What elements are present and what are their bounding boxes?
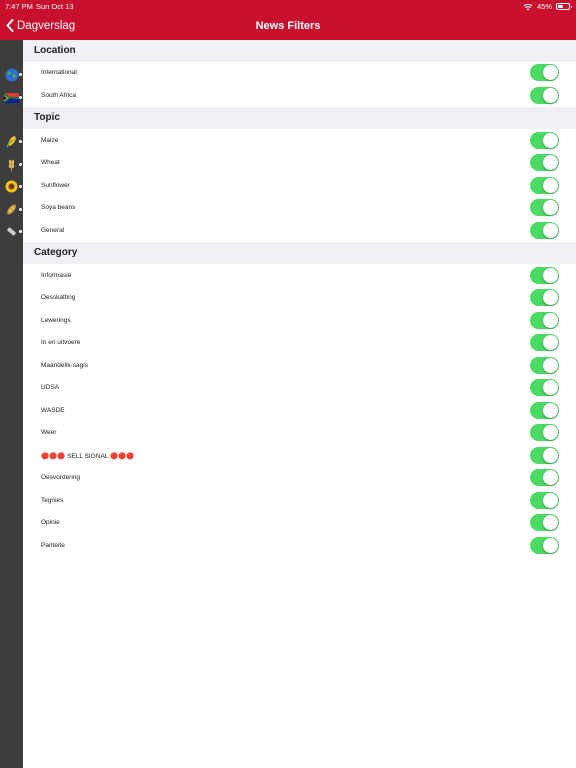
chevron-left-icon [6, 19, 14, 32]
sidebar-dot [19, 96, 22, 99]
globe-icon[interactable] [4, 67, 19, 82]
toggle-switch[interactable] [530, 311, 559, 329]
filter-row-wheat[interactable]: Wheat [23, 152, 576, 175]
filter-row-udsa[interactable]: UDSA [23, 377, 576, 400]
filter-row-international[interactable]: International [23, 62, 576, 85]
wifi-icon [523, 3, 533, 10]
navigation-bar: Dagverslag News Filters [0, 12, 576, 40]
toggle-switch[interactable] [530, 379, 559, 396]
toggle-switch[interactable] [530, 401, 559, 419]
filter-row-wasde[interactable]: WASDE [23, 400, 576, 423]
filter-label: General [41, 226, 65, 234]
sidebar-dot [19, 73, 22, 76]
filter-label: Opinie [41, 519, 60, 526]
toggle-switch[interactable] [530, 221, 559, 239]
filter-label: International [41, 69, 77, 76]
page-title: News Filters [255, 20, 321, 32]
filter-row-maandelik-sagis[interactable]: Maandelik-sagis [23, 355, 576, 378]
filter-row-lewerings[interactable]: Lewerings [23, 310, 576, 333]
filter-row-sell-signal[interactable]: 🔴🔴🔴 SELL SIGNAL 🔴🔴🔴 [23, 445, 576, 468]
sidebar-dot [19, 185, 22, 188]
sidebar-dot [19, 140, 22, 143]
toggle-switch[interactable] [530, 176, 559, 194]
toggle-switch[interactable] [530, 424, 559, 441]
filter-label: 🔴🔴🔴 SELL SIGNAL 🔴🔴🔴 [41, 452, 135, 460]
status-right: 45% [523, 2, 572, 11]
back-button[interactable]: Dagverslag [6, 19, 75, 32]
filters-list: Location International South Africa Topi… [23, 40, 576, 768]
toggle-switch[interactable] [530, 536, 559, 554]
section-title: Category [34, 247, 78, 258]
status-bar: 7:47 PM Sun Oct 13 45% [0, 0, 576, 12]
filter-row-soya-beans[interactable]: Soya beans [23, 197, 576, 220]
filter-row-maize[interactable]: Maize [23, 130, 576, 153]
filter-label: Informasie [41, 271, 72, 279]
filter-label: WASDE [41, 406, 65, 414]
toggle-switch[interactable] [530, 446, 559, 464]
filter-row-weer[interactable]: Weer [23, 422, 576, 445]
filter-label: Maize [41, 136, 59, 144]
battery-icon [556, 3, 572, 10]
filter-row-opinie[interactable]: Opinie [23, 512, 576, 535]
toggle-switch[interactable] [530, 266, 559, 284]
sidebar-dot [19, 208, 22, 211]
filter-label: Lewerings [41, 316, 71, 324]
toggle-switch[interactable] [530, 131, 559, 149]
filter-row-in-en-uitvoere[interactable]: In en uitvoere [23, 332, 576, 355]
sidebar-dot [19, 163, 22, 166]
filter-label: Pariteite [41, 541, 65, 549]
toggle-switch[interactable] [530, 356, 559, 374]
filter-row-oesvordering[interactable]: Oesvordering [23, 467, 576, 490]
filter-row-sunflower[interactable]: Sunflower [23, 175, 576, 198]
filter-label: Oesvordering [41, 474, 81, 481]
toggle-switch[interactable] [530, 469, 559, 486]
toggle-switch[interactable] [530, 64, 559, 81]
filter-label: Tegnies [41, 496, 64, 504]
toggle-switch[interactable] [530, 86, 559, 104]
back-button-label: Dagverslag [17, 19, 76, 32]
filter-label: Maandelik-sagis [41, 361, 88, 369]
battery-percent: 45% [536, 2, 552, 11]
filter-label: In en uitvoere [41, 339, 81, 346]
filter-label: Oesskatting [41, 294, 76, 301]
soya-beans-icon[interactable] [4, 202, 19, 217]
filter-row-tegnies[interactable]: Tegnies [23, 490, 576, 513]
toggle-switch[interactable] [530, 199, 559, 216]
filter-label: South Africa [41, 91, 77, 99]
sidebar-strip [0, 40, 23, 768]
toggle-switch[interactable] [530, 289, 559, 306]
general-icon[interactable] [4, 224, 19, 239]
filter-row-oesskatting[interactable]: Oesskatting [23, 287, 576, 310]
section-title: Location [34, 45, 76, 56]
filter-row-general[interactable]: General [23, 220, 576, 243]
section-header-location: Location [23, 40, 576, 62]
section-title: Topic [34, 112, 60, 123]
section-header-category: Category [23, 242, 576, 264]
south-africa-flag-icon[interactable] [4, 90, 19, 105]
sidebar-dot [19, 230, 22, 233]
wheat-icon[interactable] [4, 157, 19, 172]
section-header-topic: Topic [23, 107, 576, 129]
filter-row-informasie[interactable]: Informasie [23, 265, 576, 288]
filter-label: Weer [41, 429, 57, 436]
filter-label: UDSA [41, 384, 60, 391]
sunflower-icon[interactable] [4, 179, 19, 194]
toggle-switch[interactable] [530, 334, 559, 351]
filter-row-south-africa[interactable]: South Africa [23, 85, 576, 108]
toggle-switch[interactable] [530, 514, 559, 531]
filter-label: Wheat [41, 159, 60, 166]
status-date: Sun Oct 13 [36, 2, 74, 11]
filter-label: Sunflower [41, 181, 70, 189]
toggle-switch[interactable] [530, 491, 559, 509]
status-time: 7:47 PM [5, 2, 33, 11]
filter-label: Soya beans [41, 204, 76, 211]
toggle-switch[interactable] [530, 154, 559, 171]
filter-row-pariteite[interactable]: Pariteite [23, 535, 576, 558]
maize-icon[interactable] [4, 134, 19, 149]
